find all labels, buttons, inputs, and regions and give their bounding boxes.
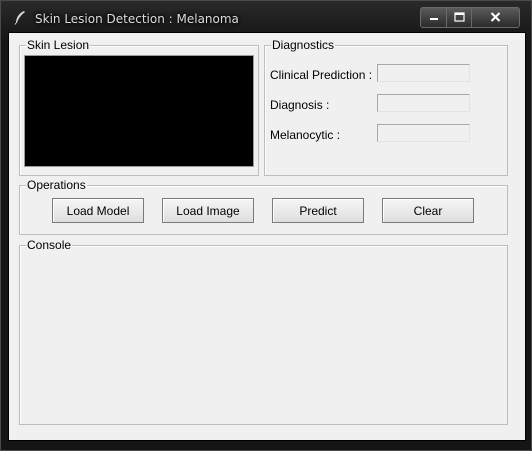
console-output[interactable]	[22, 254, 505, 422]
maximize-icon	[453, 11, 465, 25]
close-button[interactable]	[472, 8, 519, 27]
clear-button[interactable]: Clear	[382, 198, 474, 223]
minimize-button[interactable]	[421, 8, 447, 27]
feather-icon	[13, 10, 27, 25]
melanocytic-label: Melanocytic :	[270, 128, 341, 142]
console-group: Console	[19, 238, 508, 425]
console-label: Console	[26, 238, 73, 252]
app-client-area: Skin Lesion Diagnostics Clinical Predict…	[8, 32, 526, 441]
load-image-button[interactable]: Load Image	[162, 198, 254, 223]
window-controls	[420, 7, 520, 28]
operations-label: Operations	[26, 178, 87, 192]
predict-button[interactable]: Predict	[272, 198, 364, 223]
lesion-image-canvas[interactable]	[24, 55, 254, 167]
load-model-button[interactable]: Load Model	[52, 198, 144, 223]
skin-lesion-group: Skin Lesion	[19, 38, 259, 176]
clinical-prediction-label: Clinical Prediction :	[270, 68, 373, 82]
maximize-button[interactable]	[447, 8, 472, 27]
diagnosis-field[interactable]	[377, 94, 470, 112]
clinical-prediction-field[interactable]	[377, 64, 470, 82]
diagnostics-group: Diagnostics Clinical Prediction : Diagno…	[264, 38, 508, 176]
app-window: Skin Lesion Detection : Melanoma Skin Le…	[0, 0, 532, 451]
minimize-icon	[429, 11, 439, 25]
melanocytic-field[interactable]	[377, 124, 470, 142]
window-title: Skin Lesion Detection : Melanoma	[35, 12, 239, 26]
diagnosis-label: Diagnosis :	[270, 98, 330, 112]
skin-lesion-label: Skin Lesion	[26, 38, 91, 52]
diagnostics-label: Diagnostics	[271, 38, 336, 52]
title-bar[interactable]: Skin Lesion Detection : Melanoma	[1, 1, 531, 33]
close-icon	[490, 11, 501, 25]
operations-group: Operations Load Model Load Image Predict…	[19, 178, 508, 235]
